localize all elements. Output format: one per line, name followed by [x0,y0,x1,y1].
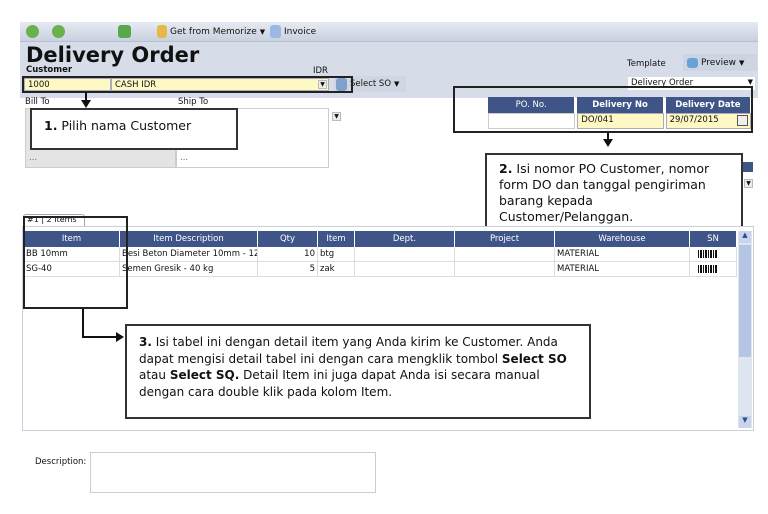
ship-to-dropdown[interactable]: ▼ [332,112,341,121]
scroll-up-icon[interactable]: ▲ [739,231,751,243]
callout-1: 1. Pilih nama Customer [30,108,238,150]
table-cell[interactable]: MATERIAL [555,247,690,262]
chevron-down-icon: ▼ [259,27,266,36]
column-header[interactable]: Warehouse [555,231,690,247]
table-cell[interactable] [355,247,455,262]
table-cell[interactable]: Besi Beton Diameter 10mm - 12m [120,247,258,262]
column-header[interactable]: Dept. [355,231,455,247]
table-cell[interactable]: btg [318,247,355,262]
table-cell[interactable] [455,262,555,277]
panel-header [742,162,753,172]
refresh-icon [118,25,131,38]
printer-icon [687,57,698,68]
chevron-down-icon: ▼ [747,78,753,86]
invoice-button[interactable]: Invoice [270,25,316,38]
arrow-right-icon [116,332,124,342]
currency-label: IDR [313,66,328,76]
scroll-thumb[interactable] [739,245,751,357]
column-header[interactable]: Item Unit [318,231,355,260]
item-column-highlight [23,216,128,309]
memorize-label: Get from Memorize [170,26,257,37]
callout-2: 2. Isi nomor PO Customer, nomor form DO … [485,153,743,231]
ship-to-label: Ship To [178,97,209,107]
table-cell[interactable]: MATERIAL [555,262,690,277]
column-header[interactable]: Item Description [120,231,258,247]
toolbar: Get from Memorize ▼ Invoice [20,22,758,42]
table-cell[interactable]: Semen Gresik - 40 kg [120,262,258,277]
table-cell[interactable] [455,247,555,262]
forward-button[interactable] [52,25,65,38]
preview-button[interactable]: Preview ▼ [683,54,757,71]
barcode-icon[interactable] [690,247,737,262]
arrow-down-icon [81,100,91,108]
page-title: Delivery Order [26,43,200,67]
memorize-icon [157,25,167,38]
table-row[interactable]: BB 10mm Besi Beton Diameter 10mm - 12m 10 b… [24,247,737,262]
invoice-icon [270,25,281,38]
bill-to-value: ... [29,153,38,163]
arrow-left-icon [26,25,39,38]
description-label: Description: [35,457,87,467]
table-row[interactable]: SG-40 Semen Gresik - 40 kg 5 zak MATERIAL [24,262,737,277]
arrow-down-icon [603,139,613,147]
back-button[interactable] [26,25,39,38]
description-input[interactable] [90,452,376,493]
invoice-label: Invoice [284,26,317,37]
preview-label: Preview [701,57,737,68]
table-cell[interactable]: 10 [258,247,318,262]
callout-3: 3. Isi tabel ini dengan detail item yang… [125,324,591,419]
table-cell[interactable] [355,262,455,277]
connector-line [82,336,118,338]
arrow-right-icon [52,25,65,38]
connector-line [82,309,84,338]
template-label: Template [627,59,666,69]
barcode-icon[interactable] [690,262,737,277]
refresh-button[interactable] [118,25,131,38]
get-from-memorize-button[interactable]: Get from Memorize ▼ [157,25,265,38]
items-table: Item Item Description Qty Item Unit Dept. Pro… [24,231,737,277]
column-header[interactable]: Qty [258,231,318,247]
table-cell[interactable]: 5 [258,262,318,277]
scroll-down-icon[interactable]: ▼ [739,416,751,428]
customer-highlight [22,76,353,93]
column-header[interactable]: SN [690,231,737,247]
ship-to-value: ... [180,153,189,163]
scrollbar[interactable]: ▲ ▼ [738,231,752,428]
customer-label: Customer [26,65,73,75]
chevron-down-icon: ▼ [394,80,400,88]
chevron-down-icon[interactable]: ▼ [744,179,753,188]
select-so-label: Select SO [350,79,392,89]
chevron-down-icon: ▼ [739,58,745,67]
column-header[interactable]: Project [455,231,555,247]
po-highlight [453,86,753,133]
table-cell[interactable]: zak [318,262,355,277]
bill-to-label: Bill To [25,97,50,107]
